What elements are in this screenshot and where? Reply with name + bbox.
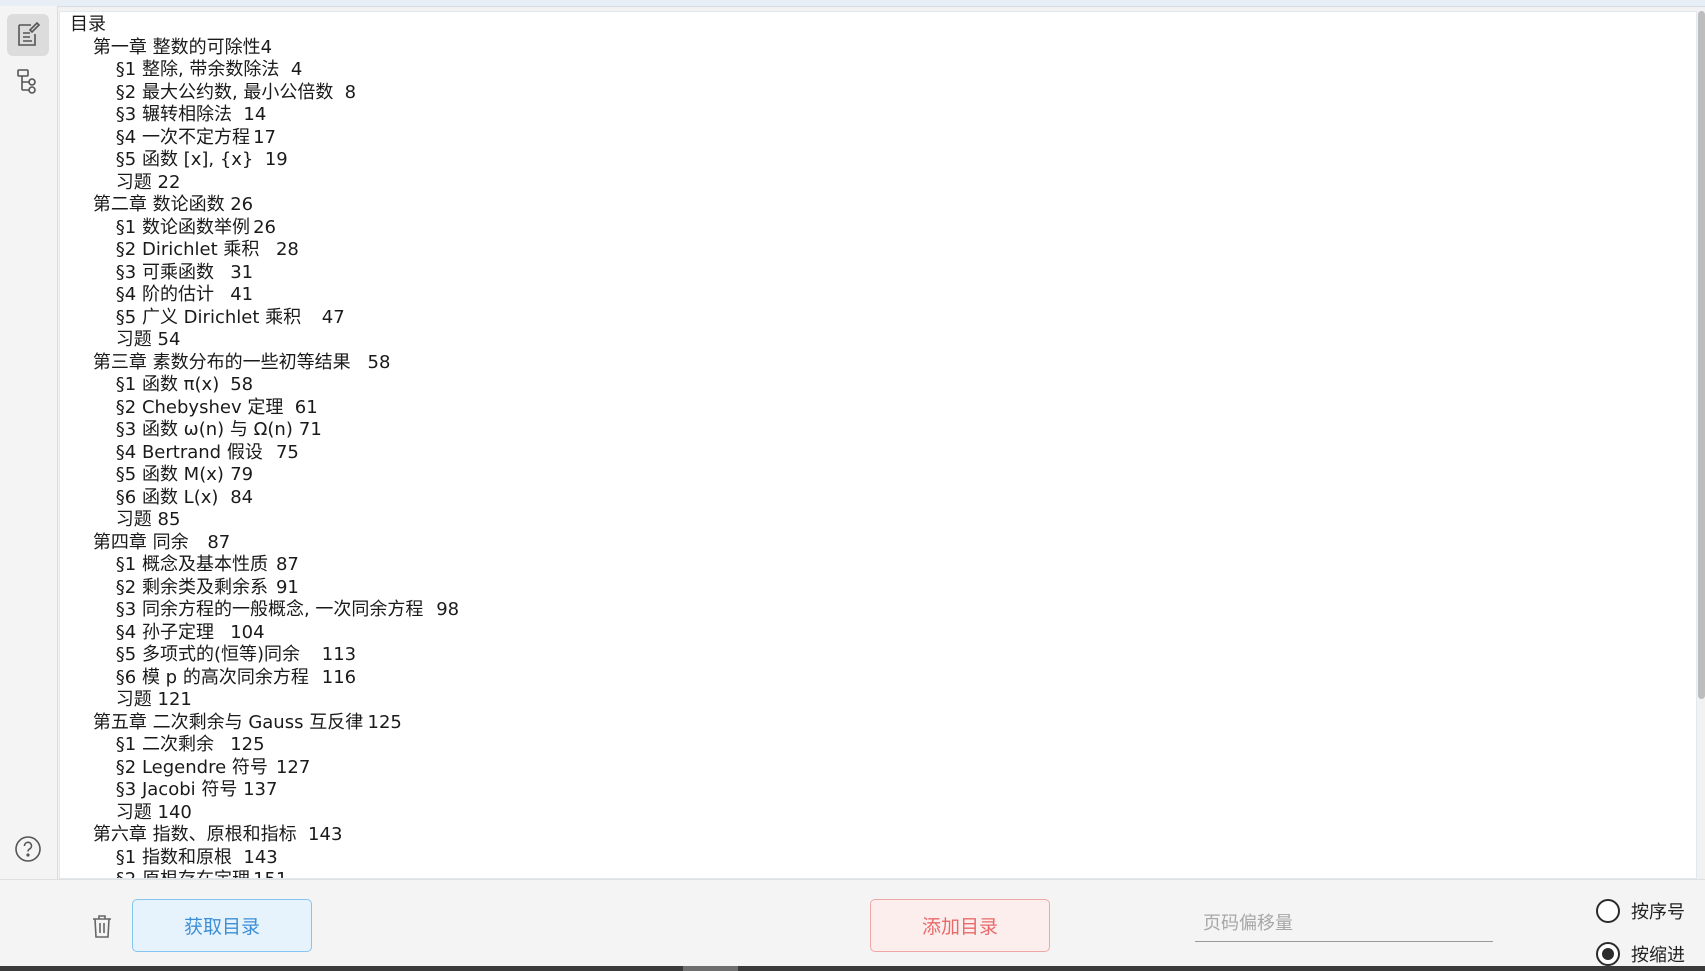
toc-line: §5 函数 [x], {x} 19 [70, 149, 288, 170]
radio-by-order[interactable]: 按序号 [1596, 898, 1685, 924]
toc-line: 目录 [70, 14, 106, 35]
toc-line: §3 Jacobi 符号 137 [70, 779, 278, 800]
fetch-toc-button[interactable]: 获取目录 [132, 899, 312, 952]
taskbar [0, 966, 1705, 971]
toc-line: §1 二次剩余 125 [70, 734, 265, 755]
sidebar [0, 6, 58, 879]
radio-by-order-label: 按序号 [1631, 902, 1685, 923]
toc-line: 第一章 整数的可除性4 [70, 36, 273, 58]
toc-line: 习题 140 [70, 801, 192, 823]
toc-line: §2 原根存在定理 151 [70, 869, 288, 878]
toc-line: §4 阶的估计 41 [70, 284, 254, 305]
toc-line: §1 数论函数举例 26 [70, 216, 276, 238]
toc-line: 第六章 指数、原根和指标 143 [70, 824, 343, 845]
tree-view-button[interactable] [7, 60, 49, 102]
vertical-scrollbar[interactable] [1698, 11, 1705, 699]
add-toc-button[interactable]: 添加目录 [870, 899, 1050, 952]
clear-button[interactable] [86, 910, 118, 942]
app-window: 目录 第一章 整数的可除性4 §1 整除, 带余数除法 4 §2 最大公约数, … [0, 0, 1705, 971]
page-offset-input[interactable] [1195, 902, 1493, 942]
toc-line: 第四章 同余 87 [70, 531, 231, 553]
toc-line: §3 辗转相除法 14 [70, 104, 267, 125]
toc-line: §3 函数 ω(n) 与 Ω(n) 71 [70, 419, 322, 440]
toc-line: §2 剩余类及剩余系 91 [70, 576, 299, 598]
toc-line: §5 多项式的(恒等)同余 113 [70, 644, 357, 665]
tree-structure-icon [17, 69, 36, 94]
radio-by-indent[interactable]: 按缩进 [1596, 941, 1685, 967]
toc-line: §4 孙子定理 104 [70, 621, 265, 643]
radio-circle [1596, 899, 1620, 923]
bottom-toolbar: 获取目录 添加目录 按序号 按缩进 [0, 879, 1705, 967]
toc-line: §3 可乘函数 31 [70, 261, 254, 283]
toc-line: §6 函数 L(x) 84 [70, 486, 254, 508]
toc-line: 习题 22 [70, 171, 181, 193]
toc-line: §6 模 p 的高次同余方程 116 [70, 666, 357, 688]
toc-line: §2 Chebyshev 定理 61 [70, 396, 318, 418]
toc-line: §4 一次不定方程 17 [70, 126, 276, 148]
help-button[interactable] [7, 828, 49, 870]
radio-dot [1602, 948, 1614, 960]
edit-toc-button[interactable] [7, 14, 49, 56]
help-icon [15, 836, 41, 862]
toc-line: §3 同余方程的一般概念, 一次同余方程 98 [70, 599, 460, 620]
top-strip [0, 0, 1705, 7]
toc-line: 第五章 二次剩余与 Gauss 互反律 125 [70, 711, 402, 733]
toc-editor[interactable]: 目录 第一章 整数的可除性4 §1 整除, 带余数除法 4 §2 最大公约数, … [59, 11, 1697, 879]
toc-line: 第三章 素数分布的一些初等结果 58 [70, 351, 391, 373]
toc-line: §1 概念及基本性质 87 [70, 554, 299, 575]
radio-circle-selected [1596, 942, 1620, 966]
radio-by-indent-label: 按缩进 [1631, 945, 1685, 966]
toc-line: §5 函数 M(x) 79 [70, 464, 254, 485]
toc-line: §1 指数和原根 143 [70, 846, 278, 868]
toc-text-area[interactable]: 目录 第一章 整数的可除性4 §1 整除, 带余数除法 4 §2 最大公约数, … [60, 12, 1696, 878]
toc-line: 第二章 数论函数 26 [70, 194, 254, 215]
edit-document-icon [18, 21, 41, 46]
toc-line: 习题 85 [70, 509, 181, 530]
taskbar-indicator [683, 966, 738, 971]
toc-line: §1 整除, 带余数除法 4 [70, 59, 303, 80]
toc-line: §2 最大公约数, 最小公倍数 8 [70, 81, 357, 103]
toc-line: 习题 121 [70, 689, 192, 710]
toc-line: §4 Bertrand 假设 75 [70, 441, 299, 463]
toc-line: §2 Dirichlet 乘积 28 [70, 239, 299, 260]
trash-icon [93, 915, 111, 938]
toc-line: §2 Legendre 符号 127 [70, 756, 311, 778]
toc-line: §1 函数 π(x) 58 [70, 374, 254, 395]
toc-line: §5 广义 Dirichlet 乘积 47 [70, 306, 345, 328]
toc-line: 习题 54 [70, 329, 181, 350]
